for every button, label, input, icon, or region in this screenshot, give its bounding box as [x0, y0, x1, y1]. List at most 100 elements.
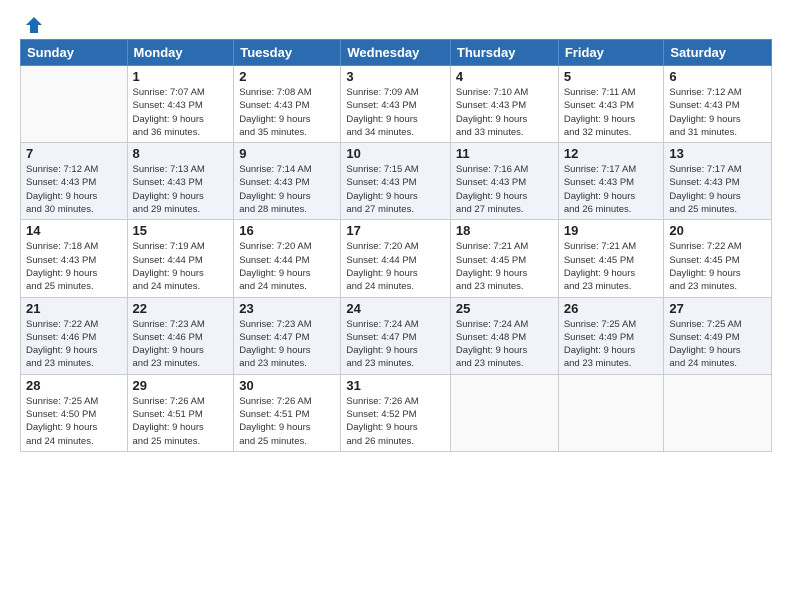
- calendar-cell: 16Sunrise: 7:20 AM Sunset: 4:44 PM Dayli…: [234, 220, 341, 297]
- day-info: Sunrise: 7:26 AM Sunset: 4:51 PM Dayligh…: [133, 395, 229, 448]
- day-info: Sunrise: 7:17 AM Sunset: 4:43 PM Dayligh…: [669, 163, 766, 216]
- day-info: Sunrise: 7:15 AM Sunset: 4:43 PM Dayligh…: [346, 163, 445, 216]
- day-info: Sunrise: 7:18 AM Sunset: 4:43 PM Dayligh…: [26, 240, 122, 293]
- day-number: 26: [564, 301, 659, 316]
- day-number: 1: [133, 69, 229, 84]
- day-info: Sunrise: 7:25 AM Sunset: 4:49 PM Dayligh…: [669, 318, 766, 371]
- day-number: 23: [239, 301, 335, 316]
- day-info: Sunrise: 7:21 AM Sunset: 4:45 PM Dayligh…: [456, 240, 553, 293]
- day-number: 31: [346, 378, 445, 393]
- day-info: Sunrise: 7:12 AM Sunset: 4:43 PM Dayligh…: [669, 86, 766, 139]
- calendar-cell: 12Sunrise: 7:17 AM Sunset: 4:43 PM Dayli…: [558, 143, 664, 220]
- day-number: 9: [239, 146, 335, 161]
- calendar-week-row: 21Sunrise: 7:22 AM Sunset: 4:46 PM Dayli…: [21, 297, 772, 374]
- day-info: Sunrise: 7:24 AM Sunset: 4:48 PM Dayligh…: [456, 318, 553, 371]
- calendar-header-friday: Friday: [558, 40, 664, 66]
- day-number: 2: [239, 69, 335, 84]
- day-info: Sunrise: 7:14 AM Sunset: 4:43 PM Dayligh…: [239, 163, 335, 216]
- day-info: Sunrise: 7:08 AM Sunset: 4:43 PM Dayligh…: [239, 86, 335, 139]
- day-info: Sunrise: 7:13 AM Sunset: 4:43 PM Dayligh…: [133, 163, 229, 216]
- calendar-cell: 9 Sunrise: 7:14 AM Sunset: 4:43 PM Daylig…: [234, 143, 341, 220]
- day-number: 17: [346, 223, 445, 238]
- calendar-cell: 26 Sunrise: 7:25 AM Sunset: 4:49 PM Dayli…: [558, 297, 664, 374]
- day-number: 20: [669, 223, 766, 238]
- day-number: 8: [133, 146, 229, 161]
- calendar-cell: 25Sunrise: 7:24 AM Sunset: 4:48 PM Dayli…: [450, 297, 558, 374]
- calendar-header-saturday: Saturday: [664, 40, 772, 66]
- day-info: Sunrise: 7:11 AM Sunset: 4:43 PM Dayligh…: [564, 86, 659, 139]
- calendar-week-row: 14 Sunrise: 7:18 AM Sunset: 4:43 PM Dayli…: [21, 220, 772, 297]
- logo: [20, 15, 44, 31]
- calendar-cell: 30Sunrise: 7:26 AM Sunset: 4:51 PM Dayli…: [234, 374, 341, 451]
- day-info: Sunrise: 7:20 AM Sunset: 4:44 PM Dayligh…: [346, 240, 445, 293]
- logo-icon: [24, 15, 44, 35]
- day-info: Sunrise: 7:22 AM Sunset: 4:46 PM Dayligh…: [26, 318, 122, 371]
- calendar-cell: 24Sunrise: 7:24 AM Sunset: 4:47 PM Dayli…: [341, 297, 451, 374]
- calendar-cell: [558, 374, 664, 451]
- calendar-cell: 14 Sunrise: 7:18 AM Sunset: 4:43 PM Dayli…: [21, 220, 128, 297]
- calendar-header-wednesday: Wednesday: [341, 40, 451, 66]
- page: SundayMondayTuesdayWednesdayThursdayFrid…: [0, 0, 792, 612]
- day-number: 19: [564, 223, 659, 238]
- day-number: 14: [26, 223, 122, 238]
- calendar-cell: 15Sunrise: 7:19 AM Sunset: 4:44 PM Dayli…: [127, 220, 234, 297]
- calendar-cell: 10 Sunrise: 7:15 AM Sunset: 4:43 PM Dayli…: [341, 143, 451, 220]
- day-number: 3: [346, 69, 445, 84]
- calendar-cell: [664, 374, 772, 451]
- calendar-cell: 11 Sunrise: 7:16 AM Sunset: 4:43 PM Dayli…: [450, 143, 558, 220]
- calendar-cell: 5Sunrise: 7:11 AM Sunset: 4:43 PM Daylig…: [558, 66, 664, 143]
- calendar-cell: 8 Sunrise: 7:13 AM Sunset: 4:43 PM Daylig…: [127, 143, 234, 220]
- calendar-cell: 29 Sunrise: 7:26 AM Sunset: 4:51 PM Dayli…: [127, 374, 234, 451]
- day-number: 10: [346, 146, 445, 161]
- day-info: Sunrise: 7:20 AM Sunset: 4:44 PM Dayligh…: [239, 240, 335, 293]
- day-info: Sunrise: 7:26 AM Sunset: 4:52 PM Dayligh…: [346, 395, 445, 448]
- calendar-cell: 19 Sunrise: 7:21 AM Sunset: 4:45 PM Dayli…: [558, 220, 664, 297]
- day-number: 18: [456, 223, 553, 238]
- calendar-header-thursday: Thursday: [450, 40, 558, 66]
- day-number: 7: [26, 146, 122, 161]
- day-info: Sunrise: 7:25 AM Sunset: 4:50 PM Dayligh…: [26, 395, 122, 448]
- calendar-week-row: 1Sunrise: 7:07 AM Sunset: 4:43 PM Daylig…: [21, 66, 772, 143]
- calendar-cell: 7 Sunrise: 7:12 AM Sunset: 4:43 PM Daylig…: [21, 143, 128, 220]
- day-info: Sunrise: 7:12 AM Sunset: 4:43 PM Dayligh…: [26, 163, 122, 216]
- day-number: 15: [133, 223, 229, 238]
- calendar-cell: 1Sunrise: 7:07 AM Sunset: 4:43 PM Daylig…: [127, 66, 234, 143]
- calendar-week-row: 28 Sunrise: 7:25 AM Sunset: 4:50 PM Dayli…: [21, 374, 772, 451]
- day-number: 4: [456, 69, 553, 84]
- day-info: Sunrise: 7:23 AM Sunset: 4:47 PM Dayligh…: [239, 318, 335, 371]
- day-number: 29: [133, 378, 229, 393]
- calendar-cell: 4 Sunrise: 7:10 AM Sunset: 4:43 PM Daylig…: [450, 66, 558, 143]
- day-info: Sunrise: 7:16 AM Sunset: 4:43 PM Dayligh…: [456, 163, 553, 216]
- calendar-cell: [450, 374, 558, 451]
- day-info: Sunrise: 7:10 AM Sunset: 4:43 PM Dayligh…: [456, 86, 553, 139]
- calendar-cell: 31 Sunrise: 7:26 AM Sunset: 4:52 PM Dayli…: [341, 374, 451, 451]
- day-info: Sunrise: 7:22 AM Sunset: 4:45 PM Dayligh…: [669, 240, 766, 293]
- day-info: Sunrise: 7:21 AM Sunset: 4:45 PM Dayligh…: [564, 240, 659, 293]
- calendar-header-row: SundayMondayTuesdayWednesdayThursdayFrid…: [21, 40, 772, 66]
- calendar-header-tuesday: Tuesday: [234, 40, 341, 66]
- calendar-header-monday: Monday: [127, 40, 234, 66]
- calendar-cell: 21Sunrise: 7:22 AM Sunset: 4:46 PM Dayli…: [21, 297, 128, 374]
- calendar-cell: 13Sunrise: 7:17 AM Sunset: 4:43 PM Dayli…: [664, 143, 772, 220]
- calendar-cell: 6 Sunrise: 7:12 AM Sunset: 4:43 PM Daylig…: [664, 66, 772, 143]
- calendar-cell: 23 Sunrise: 7:23 AM Sunset: 4:47 PM Dayli…: [234, 297, 341, 374]
- day-number: 22: [133, 301, 229, 316]
- calendar-cell: 2 Sunrise: 7:08 AM Sunset: 4:43 PM Daylig…: [234, 66, 341, 143]
- day-number: 28: [26, 378, 122, 393]
- day-number: 11: [456, 146, 553, 161]
- day-number: 24: [346, 301, 445, 316]
- calendar-cell: 22 Sunrise: 7:23 AM Sunset: 4:46 PM Dayli…: [127, 297, 234, 374]
- day-info: Sunrise: 7:25 AM Sunset: 4:49 PM Dayligh…: [564, 318, 659, 371]
- calendar-week-row: 7 Sunrise: 7:12 AM Sunset: 4:43 PM Daylig…: [21, 143, 772, 220]
- day-info: Sunrise: 7:09 AM Sunset: 4:43 PM Dayligh…: [346, 86, 445, 139]
- calendar-cell: 28 Sunrise: 7:25 AM Sunset: 4:50 PM Dayli…: [21, 374, 128, 451]
- calendar-cell: 20 Sunrise: 7:22 AM Sunset: 4:45 PM Dayli…: [664, 220, 772, 297]
- day-number: 6: [669, 69, 766, 84]
- calendar-cell: [21, 66, 128, 143]
- header: [20, 15, 772, 31]
- day-info: Sunrise: 7:26 AM Sunset: 4:51 PM Dayligh…: [239, 395, 335, 448]
- day-number: 27: [669, 301, 766, 316]
- calendar-cell: 17 Sunrise: 7:20 AM Sunset: 4:44 PM Dayli…: [341, 220, 451, 297]
- day-info: Sunrise: 7:23 AM Sunset: 4:46 PM Dayligh…: [133, 318, 229, 371]
- day-info: Sunrise: 7:17 AM Sunset: 4:43 PM Dayligh…: [564, 163, 659, 216]
